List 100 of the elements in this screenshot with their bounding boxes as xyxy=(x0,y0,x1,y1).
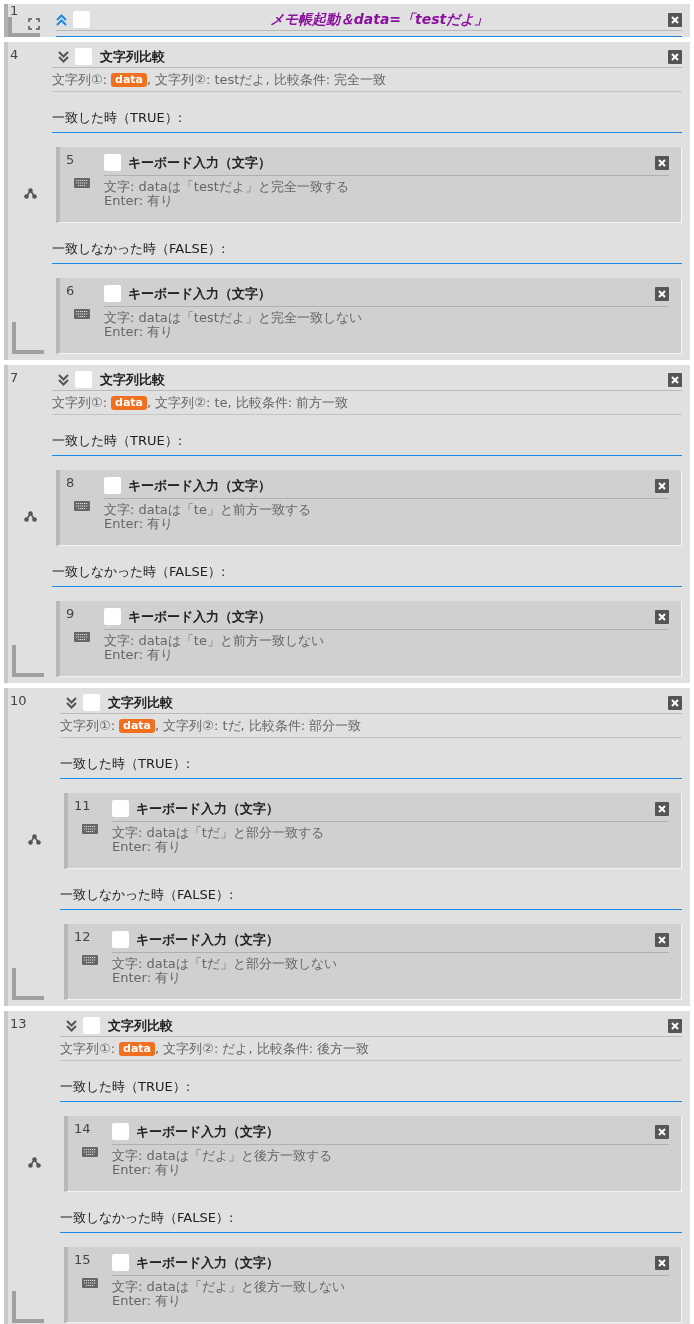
branch-icon xyxy=(23,187,37,199)
keyboard-icon xyxy=(82,954,98,965)
checkbox[interactable] xyxy=(73,11,90,28)
keyboard-icon xyxy=(82,1277,98,1288)
step-title: キーボード入力（文字） xyxy=(136,799,280,818)
checkbox[interactable] xyxy=(112,800,129,817)
summary-label: 文字列①: xyxy=(52,70,108,89)
step-title: キーボード入力（文字） xyxy=(136,1253,280,1272)
summary-label: 文字列①: xyxy=(52,393,108,412)
close-icon[interactable] xyxy=(655,801,669,816)
keyboard-icon xyxy=(82,823,98,834)
expand-frame-icon[interactable] xyxy=(28,18,40,30)
variable-badge: data xyxy=(111,395,148,410)
block-title: 文字列比較 xyxy=(108,1016,174,1035)
close-icon[interactable] xyxy=(655,1124,669,1139)
step-detail: Enter: 有り xyxy=(104,517,175,531)
corner-bracket xyxy=(8,17,40,37)
variable-badge: data xyxy=(119,1041,156,1056)
branch-label: 一致した時（TRUE）: xyxy=(60,1079,191,1094)
checkbox[interactable] xyxy=(112,931,129,948)
close-icon[interactable] xyxy=(655,286,669,301)
close-icon[interactable] xyxy=(668,1018,682,1033)
step-detail: Enter: 有り xyxy=(112,1163,183,1177)
checkbox[interactable] xyxy=(75,371,92,388)
chevrons-down-icon[interactable] xyxy=(58,373,69,386)
branch-label: 一致した時（TRUE）: xyxy=(60,756,191,771)
corner-bracket xyxy=(12,968,44,1000)
step-detail: Enter: 有り xyxy=(104,648,175,662)
step-title: キーボード入力（文字） xyxy=(128,153,272,172)
close-icon[interactable] xyxy=(655,609,669,624)
keyboard-icon xyxy=(74,631,90,642)
checkbox[interactable] xyxy=(112,1254,129,1271)
step-detail: 文字: dataは「tだ」と部分一致しない xyxy=(112,957,338,971)
summary-label: 文字列①: xyxy=(60,716,116,735)
step-number: 10 xyxy=(10,692,28,710)
close-icon[interactable] xyxy=(655,155,669,170)
checkbox[interactable] xyxy=(104,154,121,171)
checkbox[interactable] xyxy=(112,1123,129,1140)
block-title: 文字列比較 xyxy=(100,370,166,389)
step-detail: 文字: dataは「testだよ」と完全一致しない xyxy=(104,311,363,325)
step-detail: 文字: dataは「tだ」と部分一致する xyxy=(112,826,325,840)
corner-bracket xyxy=(12,1291,44,1323)
step-detail: Enter: 有り xyxy=(104,194,175,208)
step-detail: 文字: dataは「testだよ」と完全一致する xyxy=(104,180,350,194)
step-title: キーボード入力（文字） xyxy=(136,930,280,949)
keyboard-icon xyxy=(82,1146,98,1157)
step-title: キーボード入力（文字） xyxy=(136,1122,280,1141)
branch-icon xyxy=(27,1156,41,1168)
step-detail: Enter: 有り xyxy=(112,971,183,985)
step-number: 1 xyxy=(10,4,20,17)
branch-label: 一致しなかった時（FALSE）: xyxy=(52,564,226,579)
chevrons-down-icon[interactable] xyxy=(66,1019,77,1032)
branch-icon xyxy=(27,833,41,845)
step-number: 4 xyxy=(10,46,20,64)
chevrons-down-icon[interactable] xyxy=(58,50,69,63)
chevrons-down-icon[interactable] xyxy=(66,696,77,709)
checkbox[interactable] xyxy=(104,285,121,302)
variable-badge: data xyxy=(119,718,156,733)
variable-badge: data xyxy=(111,72,148,87)
checkbox[interactable] xyxy=(75,48,92,65)
step-number: 9 xyxy=(66,605,75,623)
branch-label: 一致しなかった時（FALSE）: xyxy=(60,1210,234,1225)
keyboard-icon xyxy=(74,177,90,188)
close-icon[interactable] xyxy=(655,478,669,493)
step-number: 5 xyxy=(66,151,75,169)
branch-icon xyxy=(23,510,37,522)
step-detail: 文字: dataは「だよ」と後方一致する xyxy=(112,1149,333,1163)
corner-bracket xyxy=(12,322,44,354)
summary-label: 文字列①: xyxy=(60,1039,116,1058)
step-number: 8 xyxy=(66,474,75,492)
keyboard-icon xyxy=(74,500,90,511)
close-icon[interactable] xyxy=(668,12,682,27)
close-icon[interactable] xyxy=(655,1255,669,1270)
checkbox[interactable] xyxy=(83,1017,100,1034)
checkbox[interactable] xyxy=(104,477,121,494)
step-detail: 文字: dataは「te」と前方一致しない xyxy=(104,634,325,648)
checkbox[interactable] xyxy=(104,608,121,625)
step-number: 13 xyxy=(10,1015,28,1033)
close-icon[interactable] xyxy=(655,932,669,947)
summary-text: , 文字列②: だよ, 比較条件: 後方一致 xyxy=(155,1039,370,1058)
close-icon[interactable] xyxy=(668,695,682,710)
flow-title: メモ帳起動＆data=「testだよ」 xyxy=(268,10,490,29)
step-title: キーボード入力（文字） xyxy=(128,607,272,626)
close-icon[interactable] xyxy=(668,372,682,387)
step-number: 6 xyxy=(66,282,75,300)
branch-label: 一致した時（TRUE）: xyxy=(52,110,183,125)
step-number: 11 xyxy=(74,797,91,815)
step-title: キーボード入力（文字） xyxy=(128,476,272,495)
step-detail: Enter: 有り xyxy=(112,840,183,854)
checkbox[interactable] xyxy=(83,694,100,711)
step-number: 14 xyxy=(74,1120,91,1138)
branch-label: 一致しなかった時（FALSE）: xyxy=(52,241,226,256)
block-title: 文字列比較 xyxy=(100,47,166,66)
branch-label: 一致した時（TRUE）: xyxy=(52,433,183,448)
step-detail: 文字: dataは「te」と前方一致する xyxy=(104,503,312,517)
chevrons-up-icon[interactable] xyxy=(56,13,67,26)
corner-bracket xyxy=(12,645,44,677)
close-icon[interactable] xyxy=(668,49,682,64)
summary-text: , 文字列②: testだよ, 比較条件: 完全一致 xyxy=(147,70,387,89)
step-number: 12 xyxy=(74,928,91,946)
